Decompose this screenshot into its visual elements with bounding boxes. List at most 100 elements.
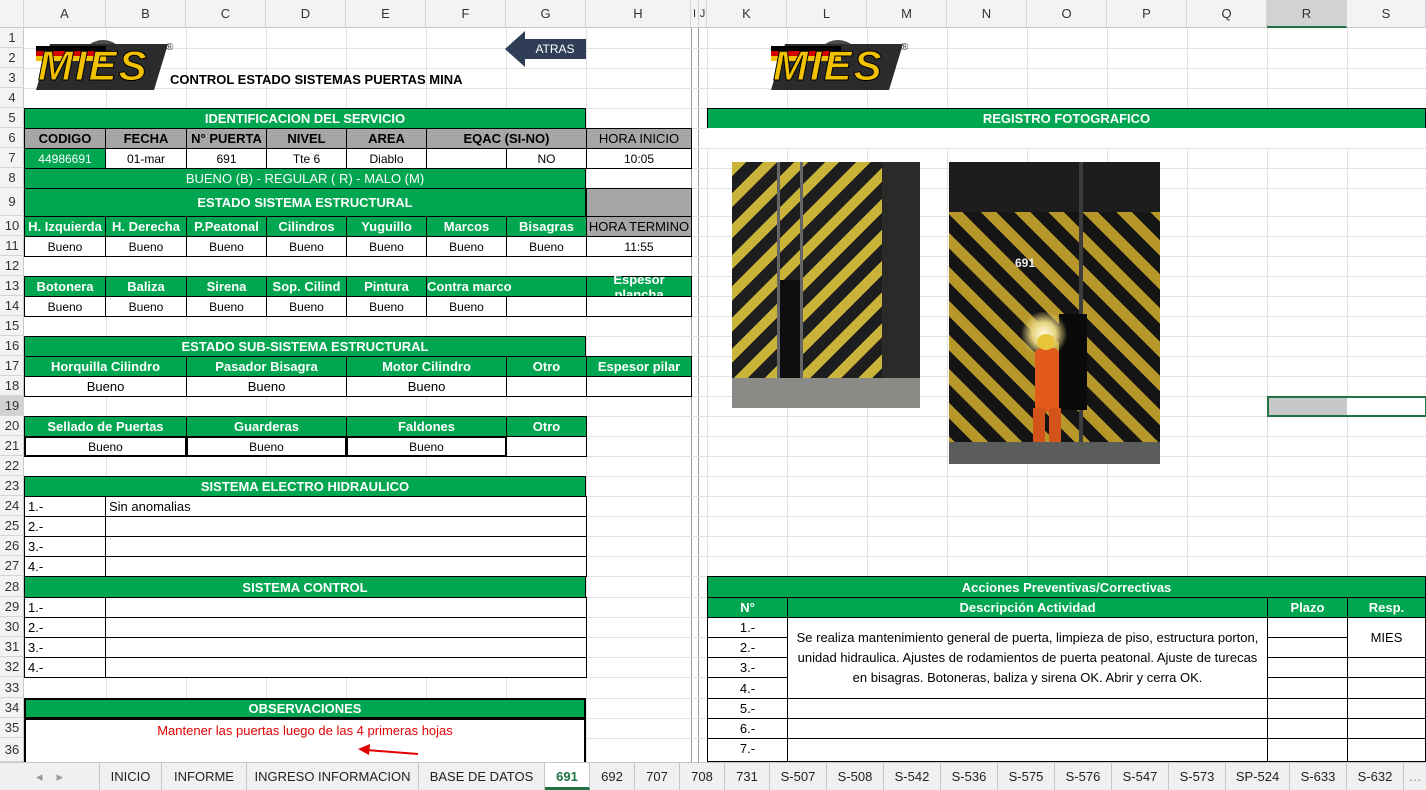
accion-plazo-7[interactable]	[1267, 738, 1348, 762]
door-photo-1[interactable]	[732, 162, 920, 408]
col-header-l[interactable]: L	[787, 0, 867, 28]
row-header[interactable]: 5	[0, 108, 24, 128]
cell-empty[interactable]	[506, 296, 587, 317]
sheet-tab[interactable]: S-576	[1055, 763, 1112, 790]
row-header[interactable]: 7	[0, 148, 24, 168]
sheet-tab[interactable]: S-507	[770, 763, 827, 790]
row-header[interactable]: 25	[0, 516, 24, 536]
row-header[interactable]: 27	[0, 556, 24, 576]
accion-plazo-2[interactable]	[1267, 637, 1348, 658]
accion-plazo-4[interactable]	[1267, 677, 1348, 699]
back-button[interactable]: ATRAS	[505, 31, 586, 67]
row-header[interactable]: 8	[0, 168, 24, 188]
accion-plazo-3[interactable]	[1267, 657, 1348, 678]
row-header[interactable]: 26	[0, 536, 24, 556]
row-header[interactable]: 20	[0, 416, 24, 436]
row-header[interactable]: 3	[0, 68, 24, 88]
col-header-o[interactable]: O	[1027, 0, 1107, 28]
row-header[interactable]: 19	[0, 396, 24, 416]
cell-baliza[interactable]: Bueno	[105, 296, 187, 317]
cell-horquilla-cilindro[interactable]: Bueno	[24, 376, 187, 397]
col-header-d[interactable]: D	[266, 0, 346, 28]
col-header-m[interactable]: M	[867, 0, 947, 28]
accion-descripcion[interactable]: Se realiza mantenimiento general de puer…	[787, 617, 1268, 699]
sheet-tab[interactable]: S-536	[941, 763, 998, 790]
electro-value-1[interactable]: Sin anomalias	[105, 496, 587, 517]
cell-pasador-bisagra[interactable]: Bueno	[186, 376, 347, 397]
row-header[interactable]: 11	[0, 236, 24, 256]
cell-eqac[interactable]: NO	[506, 148, 587, 169]
sheet-tab[interactable]: 707	[635, 763, 680, 790]
row-header[interactable]: 18	[0, 376, 24, 396]
accion-resp-7[interactable]	[1347, 738, 1426, 762]
row-header[interactable]: 34	[0, 698, 24, 718]
door-photo-2[interactable]: 691	[949, 162, 1160, 464]
row-header[interactable]: 31	[0, 637, 24, 657]
cell-faldones[interactable]: Bueno	[346, 436, 507, 457]
cell-fecha[interactable]: 01-mar	[105, 148, 187, 169]
row-header[interactable]: 23	[0, 476, 24, 496]
accion-resp-4[interactable]	[1347, 677, 1426, 699]
accion-descripcion-5[interactable]	[787, 698, 1268, 719]
row-header[interactable]: 17	[0, 356, 24, 376]
row-header[interactable]: 4	[0, 88, 24, 108]
row-header[interactable]: 30	[0, 617, 24, 637]
sheet-tab-active[interactable]: 691	[545, 763, 590, 790]
sheet-tab[interactable]: 731	[725, 763, 770, 790]
sheet-tab[interactable]: BASE DE DATOS	[419, 763, 545, 790]
col-header-g[interactable]: G	[506, 0, 586, 28]
row-header[interactable]: 22	[0, 456, 24, 476]
cell-guarderas[interactable]: Bueno	[186, 436, 347, 457]
sheet-tab[interactable]: S-633	[1290, 763, 1347, 790]
sheet-tab[interactable]: INICIO	[100, 763, 162, 790]
row-header[interactable]: 6	[0, 128, 24, 148]
accion-plazo-1[interactable]	[1267, 617, 1348, 638]
cell-nivel[interactable]: Tte 6	[266, 148, 347, 169]
sheet-tab[interactable]: S-632	[1347, 763, 1404, 790]
cell-p-peatonal[interactable]: Bueno	[186, 236, 267, 257]
cell-hora-inicio[interactable]: 10:05	[586, 148, 692, 169]
more-tabs-icon[interactable]: …	[1404, 763, 1426, 790]
cell-otro[interactable]	[506, 376, 587, 397]
accion-descripcion-7[interactable]	[787, 738, 1268, 762]
col-header-q[interactable]: Q	[1187, 0, 1267, 28]
tab-scroll-nav[interactable]: ◂ ▸	[0, 763, 100, 790]
cell-contra-marco[interactable]: Bueno	[426, 296, 507, 317]
col-header-j[interactable]: J	[699, 0, 707, 28]
accion-resp[interactable]: MIES	[1347, 617, 1426, 658]
cell-motor-cilindro[interactable]: Bueno	[346, 376, 507, 397]
select-all-corner[interactable]	[0, 0, 24, 28]
control-value-1[interactable]	[105, 597, 587, 618]
col-header-f[interactable]: F	[426, 0, 506, 28]
col-header-r[interactable]: R	[1267, 0, 1347, 28]
col-header-c[interactable]: C	[186, 0, 266, 28]
cell-botonera[interactable]: Bueno	[24, 296, 106, 317]
col-header-i[interactable]: I	[691, 0, 699, 28]
cell-h-derecha[interactable]: Bueno	[105, 236, 187, 257]
cell-puerta[interactable]: 691	[186, 148, 267, 169]
row-header[interactable]: 15	[0, 316, 24, 336]
accion-resp-3[interactable]	[1347, 657, 1426, 678]
sheet-tab[interactable]: S-575	[998, 763, 1055, 790]
accion-resp-5[interactable]	[1347, 698, 1426, 719]
row-header[interactable]: 16	[0, 336, 24, 356]
col-header-b[interactable]: B	[106, 0, 186, 28]
row-header[interactable]: 36	[0, 738, 24, 762]
cell-pintura[interactable]: Bueno	[346, 296, 427, 317]
col-header-s[interactable]: S	[1347, 0, 1426, 28]
sheet-tab[interactable]: INGRESO INFORMACION	[247, 763, 419, 790]
control-value-4[interactable]	[105, 657, 587, 678]
cell-sirena[interactable]: Bueno	[186, 296, 267, 317]
electro-value-3[interactable]	[105, 536, 587, 557]
row-header[interactable]: 29	[0, 597, 24, 617]
electro-value-2[interactable]	[105, 516, 587, 537]
cell-espesor-plancha[interactable]	[586, 296, 692, 317]
col-header-a[interactable]: A	[24, 0, 106, 28]
row-header[interactable]: 10	[0, 216, 24, 236]
tab-scroll-left-icon[interactable]: ◂	[36, 769, 43, 784]
sheet-tab[interactable]: S-542	[884, 763, 941, 790]
sheet-tab[interactable]: SP-524	[1226, 763, 1290, 790]
sheet-tab[interactable]: S-547	[1112, 763, 1169, 790]
cell-bisagras[interactable]: Bueno	[506, 236, 587, 257]
row-header[interactable]: 1	[0, 28, 24, 48]
